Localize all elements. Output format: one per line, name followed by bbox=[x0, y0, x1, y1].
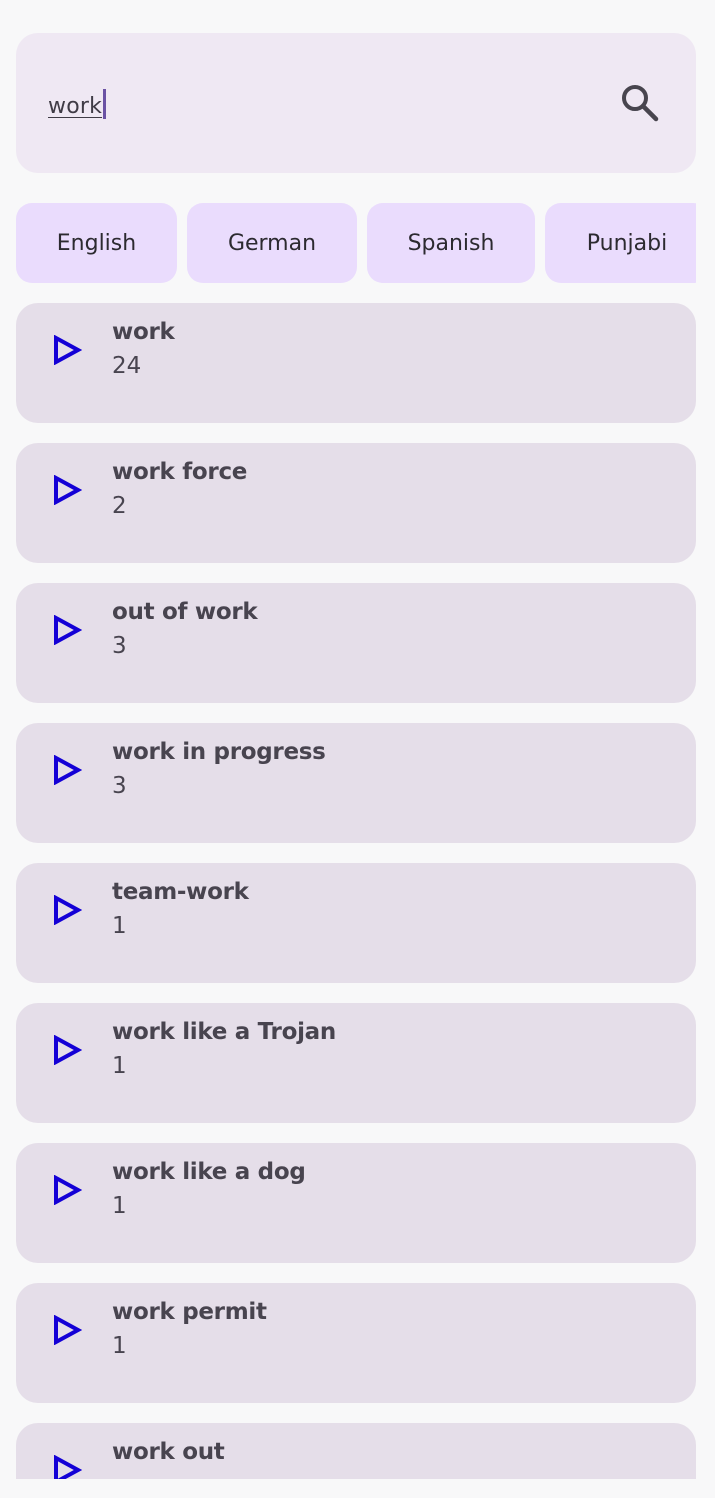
result-term: work force bbox=[112, 459, 248, 485]
list-item[interactable]: work 24 bbox=[16, 303, 696, 423]
result-count: 1 bbox=[112, 1193, 127, 1219]
list-item[interactable]: work out bbox=[16, 1423, 696, 1479]
play-icon[interactable] bbox=[52, 754, 83, 786]
list-item[interactable]: work like a dog 1 bbox=[16, 1143, 696, 1263]
language-chip-punjabi[interactable]: Punjabi bbox=[545, 203, 696, 283]
language-chip-english[interactable]: English bbox=[16, 203, 177, 283]
result-count: 3 bbox=[112, 773, 127, 799]
list-item[interactable]: work permit 1 bbox=[16, 1283, 696, 1403]
result-count: 2 bbox=[112, 493, 127, 519]
result-term: work like a dog bbox=[112, 1159, 306, 1185]
search-bar[interactable]: work bbox=[16, 33, 696, 173]
language-chip-german[interactable]: German bbox=[187, 203, 357, 283]
result-count: 1 bbox=[112, 1333, 127, 1359]
result-count: 3 bbox=[112, 633, 127, 659]
play-icon[interactable] bbox=[52, 474, 83, 506]
results-list: work 24 work force 2 out of work 3 work in pro… bbox=[16, 303, 696, 1479]
play-icon[interactable] bbox=[52, 614, 83, 646]
result-term: work bbox=[112, 319, 175, 345]
play-icon[interactable] bbox=[52, 1174, 83, 1206]
result-count: 1 bbox=[112, 1053, 127, 1079]
list-item[interactable]: team-work 1 bbox=[16, 863, 696, 983]
search-input[interactable]: work bbox=[48, 89, 107, 119]
text-caret bbox=[103, 89, 107, 119]
result-count: 1 bbox=[112, 913, 127, 939]
play-icon[interactable] bbox=[52, 334, 83, 366]
list-item[interactable]: work in progress 3 bbox=[16, 723, 696, 843]
language-chip-spanish[interactable]: Spanish bbox=[367, 203, 535, 283]
play-icon[interactable] bbox=[52, 1454, 83, 1479]
result-term: work in progress bbox=[112, 739, 326, 765]
list-item[interactable]: out of work 3 bbox=[16, 583, 696, 703]
result-term: work out bbox=[112, 1439, 225, 1465]
search-query[interactable]: work bbox=[48, 94, 102, 119]
play-icon[interactable] bbox=[52, 1034, 83, 1066]
play-icon[interactable] bbox=[52, 1314, 83, 1346]
result-term: work like a Trojan bbox=[112, 1019, 336, 1045]
list-item[interactable]: work force 2 bbox=[16, 443, 696, 563]
result-term: team-work bbox=[112, 879, 249, 905]
result-term: out of work bbox=[112, 599, 258, 625]
result-count: 24 bbox=[112, 353, 142, 379]
list-item[interactable]: work like a Trojan 1 bbox=[16, 1003, 696, 1123]
result-term: work permit bbox=[112, 1299, 267, 1325]
search-icon[interactable] bbox=[620, 83, 660, 123]
play-icon[interactable] bbox=[52, 894, 83, 926]
language-chips: English German Spanish Punjabi bbox=[16, 203, 696, 283]
